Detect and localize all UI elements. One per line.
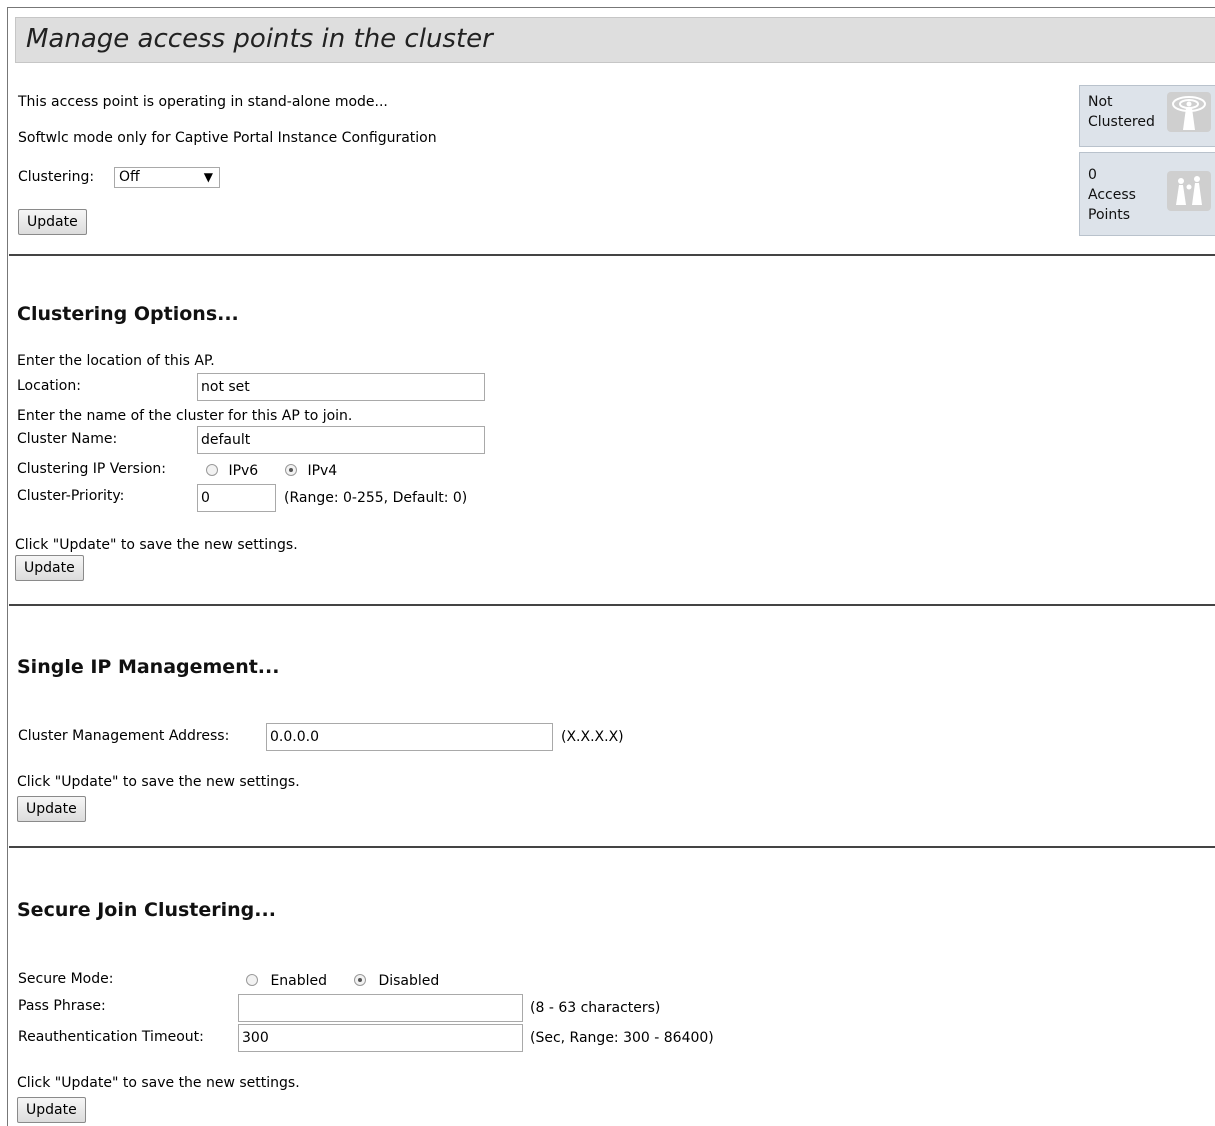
- cluster-name-input[interactable]: default: [197, 426, 485, 454]
- cluster-status-line2: Clustered: [1088, 114, 1155, 130]
- ipv4-label: IPv4: [307, 463, 338, 479]
- secure-disabled-option[interactable]: Disabled: [354, 973, 439, 989]
- secure-disabled-label: Disabled: [378, 973, 440, 989]
- chevron-down-icon: ▼: [203, 170, 213, 184]
- secure-join-update-button[interactable]: Update: [17, 1097, 86, 1123]
- softwlc-note: Softwlc mode only for Captive Portal Ins…: [18, 130, 437, 146]
- single-ip-save-hint: Click "Update" to save the new settings.: [17, 774, 300, 790]
- pass-phrase-label: Pass Phrase:: [18, 998, 106, 1014]
- secure-enabled-label: Enabled: [270, 973, 328, 989]
- access-points-label-2: Points: [1088, 207, 1131, 223]
- single-ip-update-button[interactable]: Update: [17, 796, 86, 822]
- cluster-status-text: Not Clustered: [1088, 92, 1155, 132]
- location-label: Location:: [17, 378, 81, 394]
- ip-version-label: Clustering IP Version:: [17, 461, 167, 477]
- reauth-timeout-label: Reauthentication Timeout:: [18, 1029, 204, 1045]
- cluster-name-hint: Enter the name of the cluster for this A…: [17, 408, 353, 424]
- section-divider: [9, 254, 1215, 256]
- priority-hint: (Range: 0-255, Default: 0): [284, 490, 468, 506]
- location-input[interactable]: not set: [197, 373, 485, 401]
- pass-phrase-hint: (8 - 63 characters): [530, 1000, 661, 1016]
- cluster-name-label: Cluster Name:: [17, 431, 118, 447]
- operating-mode-text: This access point is operating in stand-…: [18, 94, 388, 110]
- ipv6-label: IPv6: [228, 463, 259, 479]
- cluster-status-line1: Not: [1088, 94, 1113, 110]
- clustering-options-update-button[interactable]: Update: [15, 555, 84, 581]
- clustering-options-heading: Clustering Options...: [17, 303, 239, 325]
- management-address-label: Cluster Management Address:: [18, 728, 230, 744]
- page-title-bar: Manage access points in the cluster: [15, 17, 1215, 63]
- reauth-timeout-input[interactable]: 300: [238, 1024, 523, 1052]
- clustering-label: Clustering:: [18, 169, 95, 185]
- secure-enabled-radio[interactable]: [246, 974, 258, 986]
- clustering-save-hint: Click "Update" to save the new settings.: [15, 537, 298, 553]
- ipv6-option[interactable]: IPv6: [206, 463, 258, 479]
- secure-disabled-radio[interactable]: [354, 974, 366, 986]
- single-ip-heading: Single IP Management...: [17, 656, 280, 678]
- pass-phrase-input[interactable]: [238, 994, 523, 1022]
- location-hint: Enter the location of this AP.: [17, 353, 215, 369]
- access-points-text: 0 Access Points: [1088, 165, 1136, 225]
- access-points-box: 0 Access Points: [1079, 152, 1215, 236]
- section-divider: [9, 846, 1215, 848]
- secure-join-heading: Secure Join Clustering...: [17, 899, 276, 921]
- ipv4-option[interactable]: IPv4: [285, 463, 337, 479]
- access-points-count: 0: [1088, 167, 1097, 183]
- priority-input[interactable]: 0: [197, 484, 276, 512]
- access-points-label-1: Access: [1088, 187, 1136, 203]
- cluster-status-box: Not Clustered: [1079, 85, 1215, 147]
- secure-mode-label: Secure Mode:: [18, 971, 114, 987]
- clustering-select-value: Off: [119, 169, 140, 185]
- reauth-timeout-hint: (Sec, Range: 300 - 86400): [530, 1030, 714, 1046]
- clustering-select[interactable]: Off ▼: [114, 167, 220, 188]
- management-address-hint: (X.X.X.X): [561, 729, 624, 745]
- secure-enabled-option[interactable]: Enabled: [246, 973, 327, 989]
- access-points-icon: [1167, 171, 1211, 211]
- priority-label: Cluster-Priority:: [17, 488, 125, 504]
- management-address-input[interactable]: 0.0.0.0: [266, 723, 553, 751]
- ipv6-radio[interactable]: [206, 464, 218, 476]
- clustering-update-button[interactable]: Update: [18, 209, 87, 235]
- ipv4-radio[interactable]: [285, 464, 297, 476]
- section-divider: [9, 604, 1215, 606]
- wireless-tower-icon: [1167, 92, 1211, 132]
- page-title: Manage access points in the cluster: [26, 24, 493, 54]
- secure-join-save-hint: Click "Update" to save the new settings.: [17, 1075, 300, 1091]
